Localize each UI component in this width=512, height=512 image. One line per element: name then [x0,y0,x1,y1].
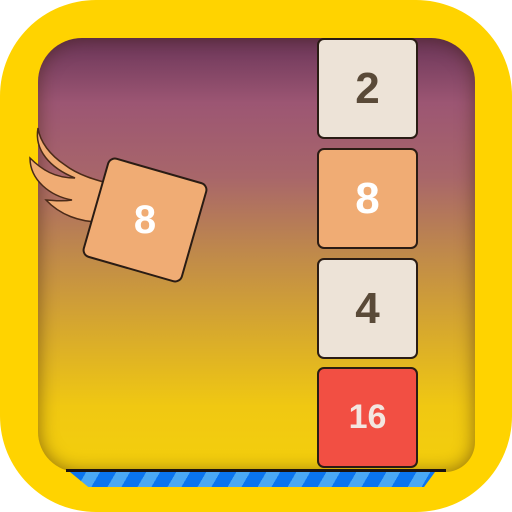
striped-floor [70,472,435,487]
stack-tile-16[interactable]: 16 [317,367,418,468]
tile-value: 16 [348,398,387,436]
tile-value: 2 [355,63,380,113]
stack-tile-4[interactable]: 4 [317,258,418,359]
flying-tile-value: 8 [133,197,157,242]
wing-icon [29,127,117,223]
tile-value: 4 [355,283,380,333]
stack-tile-2[interactable]: 2 [317,38,418,139]
tile-value: 8 [355,173,380,223]
floor-line [66,469,446,472]
stack-tile-8[interactable]: 8 [317,148,418,249]
